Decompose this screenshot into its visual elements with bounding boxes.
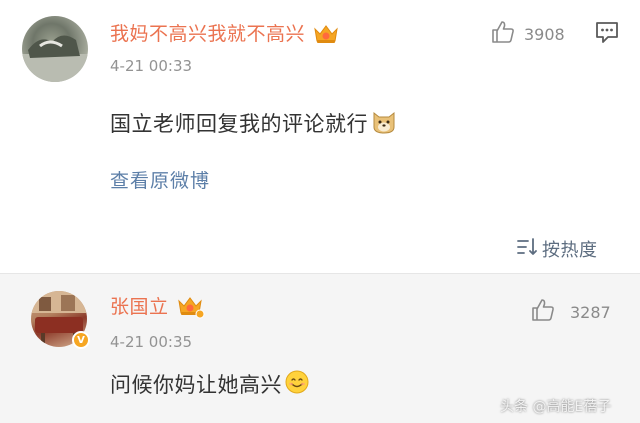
reply-text-row: 问候你妈让她高兴 xyxy=(110,369,310,399)
reply-like-button[interactable]: 3287 xyxy=(530,297,611,327)
comment-text: 国立老师回复我的评论就行 xyxy=(110,112,368,136)
vip-crown-icon xyxy=(177,295,205,323)
vip-crown-icon xyxy=(313,23,339,49)
watermark: 头条 @高能E蓓子 xyxy=(500,399,612,415)
comment-timestamp: 4-21 00:33 xyxy=(110,57,193,75)
comment-username[interactable]: 我妈不高兴我就不高兴 xyxy=(110,23,305,45)
reply-like-count: 3287 xyxy=(570,302,611,322)
comment-username-row: 我妈不高兴我就不高兴 xyxy=(110,19,339,49)
comment-icon[interactable] xyxy=(594,19,620,49)
smile-emoji-icon xyxy=(284,369,310,399)
view-original-weibo-link[interactable]: 查看原微博 xyxy=(110,166,210,193)
thumbs-up-icon xyxy=(490,19,516,49)
sort-by-hot-button[interactable]: 按热度 xyxy=(515,236,598,262)
doge-emoji-icon xyxy=(370,107,398,139)
reply-username[interactable]: 张国立 xyxy=(110,296,169,318)
comment-like-count: 3908 xyxy=(524,24,565,44)
comment-like-button[interactable]: 3908 xyxy=(490,19,565,49)
verified-v-icon: V xyxy=(72,331,90,349)
comment-text-row: 国立老师回复我的评论就行 xyxy=(110,107,398,139)
sort-label: 按热度 xyxy=(542,240,598,261)
reply-timestamp: 4-21 00:35 xyxy=(110,333,193,351)
thumbs-up-icon xyxy=(530,297,556,327)
reply-text: 问候你妈让她高兴 xyxy=(110,373,282,397)
commenter-avatar[interactable] xyxy=(22,16,88,82)
reply-username-row: 张国立 xyxy=(110,292,205,323)
sort-icon xyxy=(515,236,539,262)
